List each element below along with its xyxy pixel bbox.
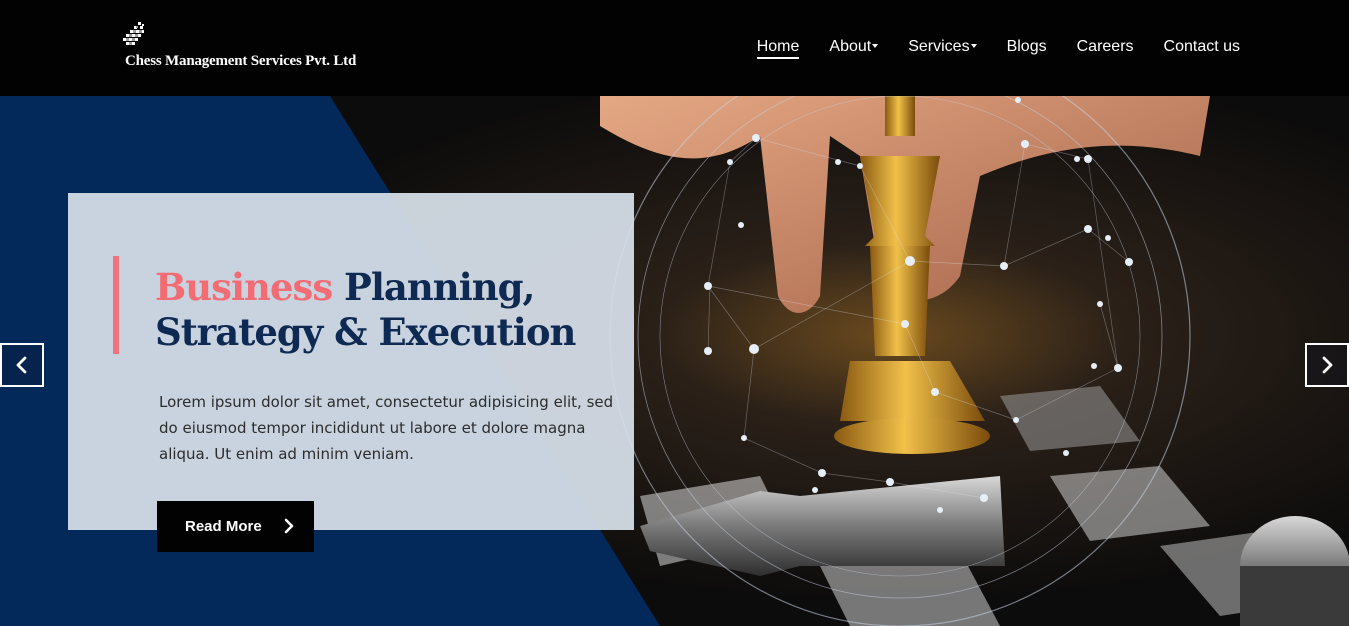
hero-description: Lorem ipsum dolor sit amet, consectetur … [159,393,614,463]
hero-title: Business Planning, Strategy & Execution [155,265,576,355]
nav-item-services[interactable]: Services [908,38,977,59]
nav-item-label: Contact us [1163,38,1240,55]
nav-item-label: About [829,38,872,55]
nav-item-label: Services [908,38,970,55]
nav-item-blogs[interactable]: Blogs [1007,38,1047,59]
nav-item-about[interactable]: About [829,38,879,59]
hero-caption-card: Business Planning, Strategy & Execution L… [68,193,634,530]
nav-item-contact[interactable]: Contact us [1164,38,1240,59]
site-logo[interactable]: Chess Management Services Pvt. Ltd [120,20,356,80]
chevron-left-icon [16,356,27,374]
title-highlight: Business [155,265,333,309]
read-more-button[interactable]: Read More [157,501,314,552]
read-more-label: Read More [185,518,262,535]
title-accent-bar [113,256,119,354]
caret-down-icon [872,44,879,48]
hero-slider: Business Planning, Strategy & Execution L… [0,96,1349,626]
nav-item-label: Home [756,38,800,59]
site-header: Chess Management Services Pvt. Ltd Home … [0,0,1349,96]
slider-next-button[interactable] [1305,343,1349,387]
title-line-2: Strategy & Execution [155,310,576,354]
chevron-right-icon [1322,356,1333,374]
caret-down-icon [970,44,977,48]
nav-item-label: Careers [1076,38,1134,55]
nav-item-careers[interactable]: Careers [1077,38,1134,59]
nav-item-label: Blogs [1006,38,1047,55]
title-line-1: Planning, [332,265,535,309]
main-nav: Home About Services Blogs Careers Contac… [727,38,1240,59]
slider-prev-button[interactable] [0,343,44,387]
chessboard-logo-icon [123,22,144,45]
brand-name: Chess Management Services Pvt. Ltd [125,53,357,69]
nav-item-home[interactable]: Home [756,38,800,59]
chevron-right-icon [284,518,294,534]
